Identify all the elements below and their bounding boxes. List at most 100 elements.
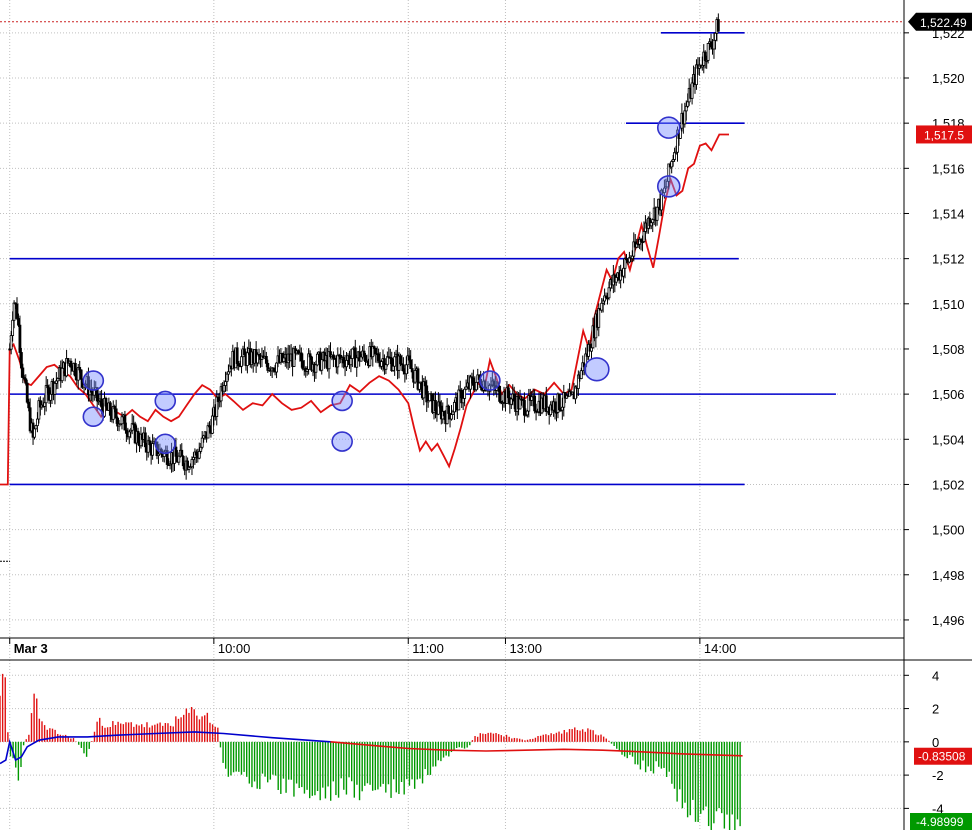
candle-body bbox=[272, 367, 276, 372]
candle-body bbox=[350, 348, 354, 359]
candle-body bbox=[36, 418, 39, 427]
candle-body bbox=[712, 39, 716, 50]
candle-body bbox=[655, 206, 659, 221]
signal-marker bbox=[331, 390, 353, 412]
y-tick-label: 1,508 bbox=[932, 342, 965, 357]
candle-body bbox=[716, 19, 720, 32]
candle-body bbox=[342, 357, 346, 364]
candle-body bbox=[275, 362, 278, 373]
candle-body bbox=[622, 267, 625, 277]
candle-body bbox=[623, 258, 627, 269]
candle-body bbox=[114, 408, 118, 419]
candle-body bbox=[308, 353, 312, 358]
candle-body bbox=[120, 416, 124, 425]
candle-body bbox=[349, 358, 353, 366]
candle-body bbox=[12, 302, 16, 321]
histogram-value-label: -4.98999 bbox=[916, 815, 964, 829]
oscillator-value-label: -0.83508 bbox=[918, 750, 966, 764]
candle-body bbox=[136, 430, 140, 443]
candle-body bbox=[434, 400, 437, 412]
signal-marker bbox=[656, 116, 681, 139]
candle-body bbox=[684, 105, 688, 112]
candle-body bbox=[498, 385, 502, 402]
candle-body bbox=[194, 451, 198, 456]
candle-body bbox=[190, 459, 194, 468]
candle-body bbox=[399, 355, 402, 365]
oscillator-panel: 420-2-4-0.83508-4.98999 bbox=[0, 668, 972, 835]
candle-body bbox=[9, 335, 13, 350]
candle-body bbox=[24, 378, 28, 384]
candle-body bbox=[558, 393, 561, 411]
candle-body bbox=[553, 401, 557, 413]
candle-body bbox=[703, 51, 707, 61]
candle-body bbox=[206, 425, 210, 439]
candle-body bbox=[670, 161, 674, 168]
osc-y-tick-label: 2 bbox=[932, 702, 939, 717]
candle-body bbox=[143, 432, 147, 448]
candle-body bbox=[315, 353, 319, 366]
candle-body bbox=[235, 347, 239, 364]
candle-body bbox=[225, 373, 229, 383]
y-tick-label: 1,498 bbox=[932, 568, 965, 583]
candle-body bbox=[525, 410, 529, 416]
candle-body bbox=[391, 365, 395, 371]
candle-body bbox=[512, 393, 516, 402]
signal-marker bbox=[82, 406, 105, 428]
osc-y-tick-label: 0 bbox=[932, 735, 939, 750]
candle-body bbox=[690, 82, 694, 99]
candle-body bbox=[463, 388, 467, 399]
candle-body bbox=[345, 359, 348, 368]
price-chart[interactable]: 1,496 1,498 1,500 1,502 1,504 1,506 1,508 1,510… bbox=[0, 0, 972, 835]
y-tick-label: 1,506 bbox=[932, 387, 965, 402]
x-tick-label: 11:00 bbox=[412, 641, 444, 656]
candle-body bbox=[447, 405, 450, 414]
y-tick-label: 1,512 bbox=[932, 252, 965, 267]
y-tick-label: 1,504 bbox=[932, 432, 965, 447]
candle-body bbox=[355, 357, 359, 368]
candle-body bbox=[597, 308, 601, 328]
oscillator-signal-line bbox=[330, 741, 743, 757]
candle-body bbox=[199, 446, 203, 452]
candle-body bbox=[579, 370, 583, 379]
candle-body bbox=[706, 43, 710, 61]
candle-body bbox=[17, 318, 20, 326]
y-tick-label: 1,514 bbox=[932, 206, 965, 221]
candle-body bbox=[180, 449, 184, 457]
x-tick-label: Mar 3 bbox=[14, 641, 48, 656]
candle-body bbox=[124, 429, 128, 434]
candle-body bbox=[686, 101, 690, 107]
candle-body bbox=[320, 359, 324, 371]
y-tick-label: 1,500 bbox=[932, 523, 965, 538]
candle-body bbox=[177, 455, 181, 463]
candle-body bbox=[282, 357, 286, 362]
candle-body bbox=[264, 355, 268, 364]
signal-marker bbox=[82, 370, 105, 391]
candle-body bbox=[590, 347, 593, 352]
candle-body bbox=[15, 303, 19, 319]
candle-body bbox=[442, 411, 446, 417]
candle-body bbox=[127, 431, 131, 438]
candle-body bbox=[709, 41, 713, 48]
candle-body bbox=[314, 364, 318, 373]
candle-body bbox=[19, 352, 23, 369]
chart-area[interactable]: 1,496 1,498 1,500 1,502 1,504 1,506 1,508 1,510… bbox=[0, 0, 972, 835]
last-price-label: 1,522.49 bbox=[920, 16, 967, 30]
signal-marker bbox=[479, 370, 501, 391]
candle-body bbox=[222, 385, 226, 392]
signal-marker bbox=[154, 390, 177, 412]
signal-marker bbox=[656, 175, 681, 198]
candle-body bbox=[450, 414, 453, 420]
candle-body bbox=[614, 277, 618, 283]
candle-body bbox=[240, 356, 243, 367]
candle-body bbox=[533, 395, 537, 412]
moving-average-label: 1,517.5 bbox=[924, 128, 964, 142]
candle-body bbox=[33, 428, 36, 438]
candle-body bbox=[69, 360, 73, 368]
candle-body bbox=[642, 231, 646, 242]
candle-body bbox=[243, 348, 246, 356]
candle-body bbox=[413, 369, 417, 383]
candle-body bbox=[409, 359, 413, 369]
candle-body bbox=[25, 382, 29, 403]
moving-average-line bbox=[0, 133, 729, 486]
candle-body bbox=[151, 443, 155, 456]
